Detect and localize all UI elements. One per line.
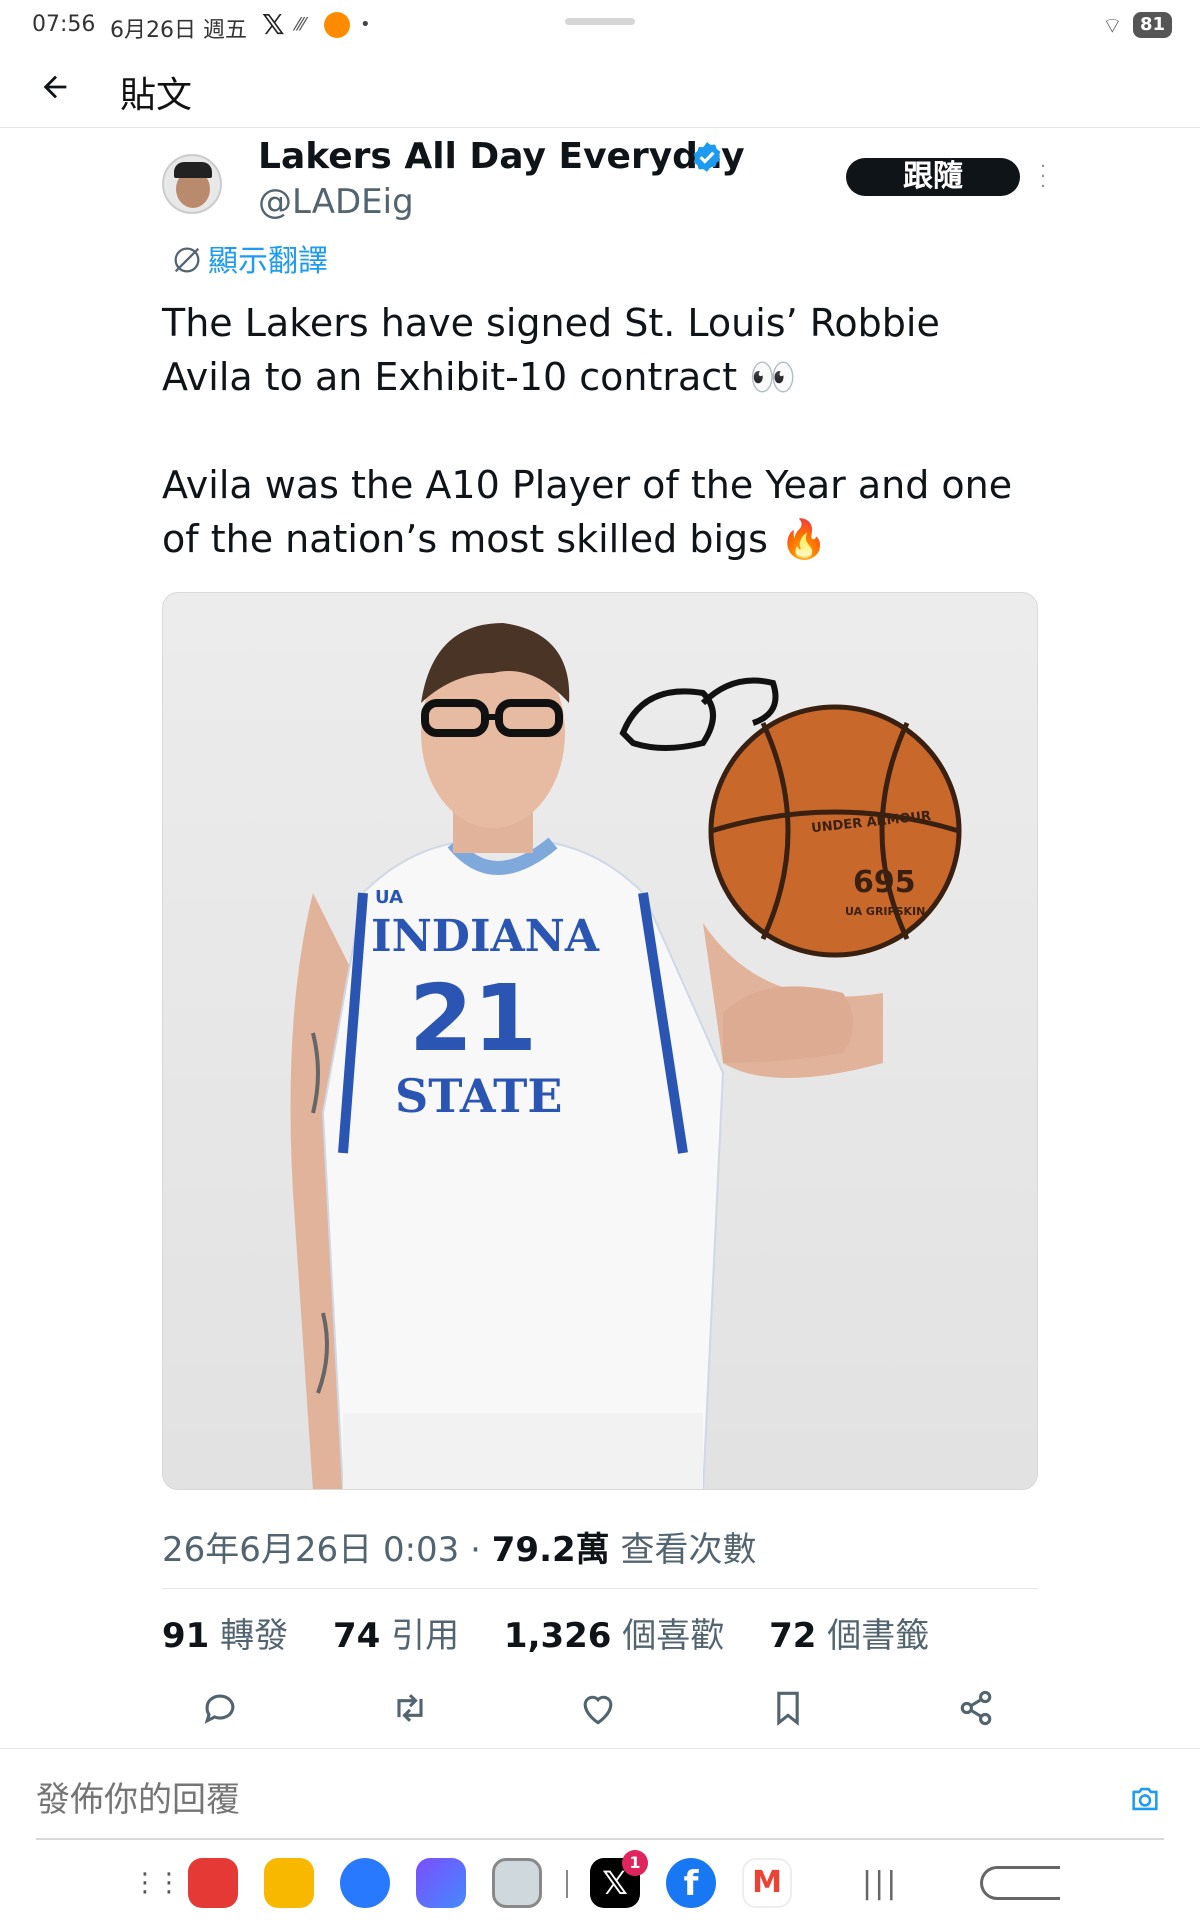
bookmarks-label: 個書籤 [827, 1616, 930, 1656]
status-bar: 07:56 6月26日 週五 𝕏 ⁄⁄⁄ • ⌔ 81 [0, 0, 1200, 56]
home-button-icon[interactable] [980, 1866, 1060, 1900]
likes-count: 1,326 [503, 1616, 612, 1656]
x-notification-badge: 1 [622, 1850, 648, 1876]
quotes-label: 引用 [391, 1616, 460, 1656]
tweet-paragraph: The Lakers have signed St. Louis’ Robbie… [162, 301, 940, 399]
jersey-state-text: STATE [395, 1069, 563, 1123]
flipboard-app-icon[interactable] [188, 1858, 238, 1908]
back-arrow-icon[interactable] [38, 70, 72, 104]
divider [0, 1748, 1200, 1749]
jersey-number-text: 21 [409, 965, 538, 1072]
translate-icon [174, 247, 200, 273]
bookmarks-count: 72 [769, 1616, 817, 1656]
retweets-count: 91 [162, 1616, 210, 1656]
taskbar-dock: ⋮⋮⋮ 𝕏 f M ||| [0, 1846, 1200, 1920]
camera-app-icon[interactable] [492, 1858, 542, 1908]
quotes-count: 74 [332, 1616, 381, 1656]
views-label: 查看次數 [620, 1530, 757, 1570]
more-notifications-icon: • [360, 14, 371, 35]
signal-icon: ⁄⁄⁄ [296, 14, 306, 35]
engagement-stats: 91 轉發 74 引用 1,326 個喜歡 72 個書籤 [162, 1608, 963, 1657]
divider [36, 1838, 1164, 1840]
more-options-icon[interactable]: · · · [1038, 158, 1048, 196]
tweet-photo[interactable]: UA INDIANA 21 STATE UNDER ARMOUR 695 UA … [162, 592, 1038, 1490]
verified-badge-icon [693, 142, 721, 172]
reply-input[interactable] [36, 1776, 1096, 1824]
bookmarks-stat[interactable]: 72 個書籤 [769, 1616, 929, 1656]
quotes-stat[interactable]: 74 引用 [333, 1616, 459, 1656]
reply-icon[interactable] [198, 1686, 242, 1730]
retweets-stat[interactable]: 91 轉發 [162, 1616, 288, 1656]
likes-stat[interactable]: 1,326 個喜歡 [504, 1616, 724, 1656]
messages-app-icon[interactable] [340, 1858, 390, 1908]
bookmark-icon[interactable] [766, 1686, 810, 1730]
ball-grip-text: UA GRIPSKIN [845, 905, 926, 918]
retweets-label: 轉發 [220, 1616, 289, 1656]
meta-separator: · [470, 1530, 481, 1570]
share-icon[interactable] [954, 1686, 998, 1730]
status-date: 6月26日 週五 [110, 18, 247, 43]
author-handle[interactable]: @LADEig [258, 182, 414, 222]
notes-app-icon[interactable] [416, 1858, 466, 1908]
facebook-app-icon[interactable]: f [666, 1858, 716, 1908]
gmail-app-icon[interactable]: M [742, 1858, 792, 1908]
wifi-icon: ⌔ [1102, 14, 1123, 39]
camera-icon[interactable] [1126, 1782, 1164, 1816]
status-time: 07:56 [32, 12, 96, 37]
tweet-timestamp[interactable]: 26年6月26日 0:03 [162, 1530, 459, 1570]
retweet-icon[interactable] [388, 1686, 432, 1730]
views-count: 79.2萬 [491, 1530, 610, 1570]
app-header: 貼文 [0, 56, 1200, 128]
author-name[interactable]: Lakers All Day Everyday [258, 136, 745, 177]
like-heart-icon[interactable] [576, 1686, 620, 1730]
tweet-action-bar [162, 1686, 1038, 1730]
show-translation-link[interactable]: 顯示翻譯 [170, 236, 328, 280]
recent-apps-icon[interactable]: ||| [862, 1866, 898, 1901]
page-title: 貼文 [120, 75, 193, 116]
author-avatar[interactable] [162, 154, 222, 214]
divider [162, 1588, 1038, 1589]
files-app-icon[interactable] [264, 1858, 314, 1908]
tweet-paragraph: Avila was the A10 Player of the Year and… [162, 463, 1013, 561]
battery-indicator: 81 [1133, 12, 1173, 38]
avatar-cap [174, 162, 212, 178]
tweet-meta: 26年6月26日 0:03 · 79.2萬 查看次數 [162, 1522, 756, 1571]
svg-text:UA: UA [375, 887, 403, 908]
player-photo-illustration: UA [290, 623, 962, 1489]
window-handle[interactable] [565, 18, 635, 25]
follow-button[interactable]: 跟隨 [846, 158, 1020, 196]
likes-label: 個喜歡 [622, 1616, 725, 1656]
translate-label: 顯示翻譯 [208, 244, 328, 279]
tweet-body: The Lakers have signed St. Louis’ Robbie… [162, 296, 1042, 620]
dock-separator [566, 1870, 568, 1898]
x-notification-icon: 𝕏 [262, 8, 285, 41]
ball-model-text: 695 [853, 865, 916, 900]
app-notification-icon [324, 12, 350, 38]
jersey-team-text: INDIANA [371, 911, 600, 962]
